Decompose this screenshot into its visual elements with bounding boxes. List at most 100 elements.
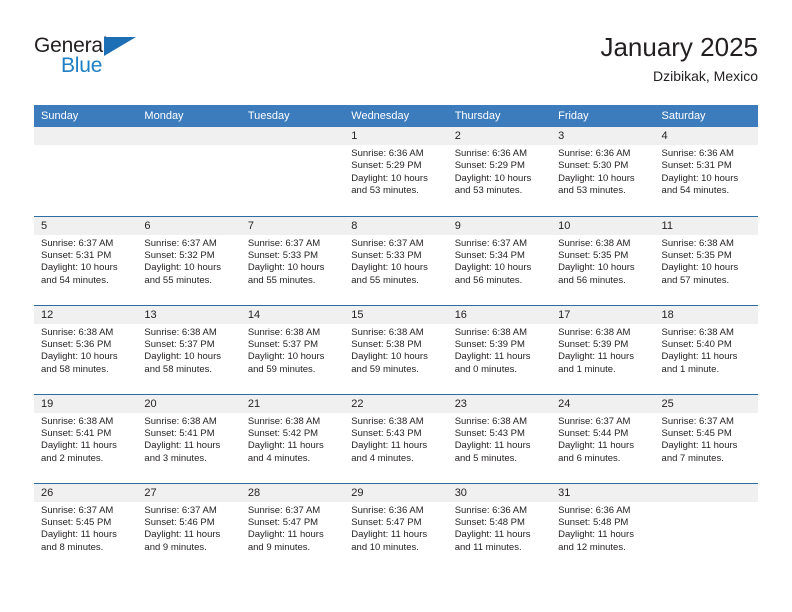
calendar-day-cell[interactable]: 22 Sunrise: 6:38 AM Sunset: 5:43 PM Dayligh…	[344, 393, 448, 483]
daylight-text-line2: and 58 minutes.	[144, 363, 213, 375]
daylight-text-line1: Daylight: 10 hours	[661, 172, 739, 184]
day-number: 9	[447, 216, 552, 235]
logo-triangle-icon	[104, 37, 136, 56]
calendar-day-cell[interactable]: 16 Sunrise: 6:38 AM Sunset: 5:39 PM Dayligh…	[447, 304, 552, 394]
daylight-text-line1: Daylight: 11 hours	[41, 440, 117, 452]
day-number: 20	[137, 394, 241, 413]
logo-text-blue: Blue	[61, 54, 103, 77]
calendar-week-row: 5 Sunrise: 6:37 AM Sunset: 5:31 PM Daylight…	[34, 215, 758, 305]
calendar-day-cell[interactable]: 17 Sunrise: 6:38 AM Sunset: 5:39 PM Dayligh…	[551, 304, 655, 394]
calendar-day-cell[interactable]: 6 Sunrise: 6:37 AM Sunset: 5:32 PM Daylight…	[137, 215, 241, 305]
sunrise-text: Sunrise: 6:38 AM	[558, 237, 631, 249]
daylight-text-line2: and 8 minutes.	[41, 541, 104, 553]
daylight-text-line2: and 53 minutes.	[454, 185, 523, 197]
calendar-day-cell-empty	[654, 482, 758, 573]
daylight-text-line2: and 9 minutes.	[247, 541, 311, 553]
daylight-text-line2: and 56 minutes.	[454, 274, 523, 286]
sunrise-text: Sunrise: 6:36 AM	[351, 148, 424, 159]
day-number	[34, 127, 138, 145]
calendar-day-cell[interactable]: 26 Sunrise: 6:37 AM Sunset: 5:45 PM Dayligh…	[34, 482, 138, 572]
daylight-text-line2: and 56 minutes.	[558, 274, 626, 286]
sunset-text: Sunset: 5:33 PM	[247, 249, 319, 261]
day-sun-info: Sunrise: 6:36 AM Sunset: 5:29 PM Daylight:…	[448, 145, 551, 198]
daylight-text-line2: and 3 minutes.	[144, 452, 207, 464]
sunset-text: Sunset: 5:48 PM	[558, 516, 629, 528]
calendar-day-cell[interactable]: 29 Sunrise: 6:36 AM Sunset: 5:47 PM Dayligh…	[344, 482, 448, 572]
calendar-day-cell[interactable]: 18 Sunrise: 6:38 AM Sunset: 5:40 PM Dayligh…	[654, 304, 758, 394]
day-sun-info: Sunrise: 6:38 AM Sunset: 5:39 PM Daylight:…	[551, 324, 654, 377]
daylight-text-line1: Daylight: 11 hours	[144, 529, 221, 541]
calendar-day-cell[interactable]: 19 Sunrise: 6:38 AM Sunset: 5:41 PM Dayligh…	[34, 393, 138, 483]
sunset-text: Sunset: 5:29 PM	[454, 160, 525, 172]
sunset-text: Sunset: 5:35 PM	[558, 249, 629, 261]
calendar-day-cell[interactable]: 1 Sunrise: 6:36 AM Sunset: 5:29 PM Daylight…	[344, 127, 448, 216]
day-sun-info: Sunrise: 6:37 AM Sunset: 5:33 PM Daylight:…	[241, 235, 344, 288]
weekday-header-wednesday: Wednesday	[344, 105, 448, 127]
calendar-day-cell[interactable]: 9 Sunrise: 6:37 AM Sunset: 5:34 PM Daylight…	[447, 215, 552, 305]
calendar-day-cell[interactable]: 31 Sunrise: 6:36 AM Sunset: 5:48 PM Dayligh…	[551, 482, 655, 572]
sunrise-text: Sunrise: 6:38 AM	[351, 326, 424, 338]
daylight-text-line2: and 2 minutes.	[41, 452, 104, 464]
calendar-day-cell[interactable]: 15 Sunrise: 6:38 AM Sunset: 5:38 PM Dayligh…	[344, 304, 448, 394]
daylight-text-line1: Daylight: 10 hours	[41, 351, 118, 363]
calendar-day-cell[interactable]: 5 Sunrise: 6:37 AM Sunset: 5:31 PM Daylight…	[34, 215, 138, 305]
day-sun-info: Sunrise: 6:37 AM Sunset: 5:47 PM Daylight:…	[241, 502, 344, 555]
day-cell-inner: 5 Sunrise: 6:37 AM Sunset: 5:31 PM Daylight…	[34, 216, 138, 305]
daylight-text-line1: Daylight: 10 hours	[351, 262, 428, 274]
calendar-day-cell[interactable]: 25 Sunrise: 6:37 AM Sunset: 5:45 PM Dayligh…	[654, 393, 758, 483]
daylight-text-line2: and 11 minutes.	[454, 541, 522, 553]
calendar-day-cell[interactable]: 28 Sunrise: 6:37 AM Sunset: 5:47 PM Dayligh…	[240, 482, 345, 572]
day-number: 1	[344, 127, 448, 145]
calendar-day-cell[interactable]: 24 Sunrise: 6:37 AM Sunset: 5:44 PM Dayligh…	[551, 393, 655, 483]
sunrise-text: Sunrise: 6:37 AM	[454, 237, 528, 249]
day-cell-inner	[654, 483, 758, 573]
calendar-day-cell[interactable]: 4 Sunrise: 6:36 AM Sunset: 5:31 PM Daylight…	[654, 127, 758, 216]
calendar-day-cell[interactable]: 21 Sunrise: 6:38 AM Sunset: 5:42 PM Dayligh…	[240, 393, 345, 483]
calendar-day-cell[interactable]: 13 Sunrise: 6:38 AM Sunset: 5:37 PM Dayligh…	[137, 304, 241, 394]
sunrise-text: Sunrise: 6:36 AM	[454, 148, 528, 159]
calendar-day-cell-empty	[137, 127, 241, 216]
sunset-text: Sunset: 5:35 PM	[661, 249, 732, 261]
day-cell-inner: 10 Sunrise: 6:38 AM Sunset: 5:35 PM Dayligh…	[551, 216, 655, 305]
day-sun-info: Sunrise: 6:38 AM Sunset: 5:41 PM Daylight:…	[34, 413, 137, 466]
day-number: 7	[240, 216, 345, 235]
day-cell-inner: 4 Sunrise: 6:36 AM Sunset: 5:31 PM Daylight…	[654, 127, 758, 216]
daylight-text-line1: Daylight: 10 hours	[144, 262, 221, 274]
sunset-text: Sunset: 5:44 PM	[558, 427, 629, 439]
calendar-day-cell[interactable]: 27 Sunrise: 6:37 AM Sunset: 5:46 PM Dayligh…	[137, 482, 241, 572]
daylight-text-line1: Daylight: 10 hours	[558, 262, 635, 274]
calendar-day-cell[interactable]: 20 Sunrise: 6:38 AM Sunset: 5:41 PM Dayligh…	[137, 393, 241, 483]
day-cell-inner: 3 Sunrise: 6:36 AM Sunset: 5:30 PM Daylight…	[551, 127, 655, 216]
daylight-text-line2: and 55 minutes.	[247, 274, 316, 286]
daylight-text-line2: and 55 minutes.	[351, 274, 419, 286]
calendar-day-cell[interactable]: 2 Sunrise: 6:36 AM Sunset: 5:29 PM Daylight…	[447, 127, 552, 216]
calendar-day-cell[interactable]: 8 Sunrise: 6:37 AM Sunset: 5:33 PM Daylight…	[344, 215, 448, 305]
calendar-grid: Sunday Monday Tuesday Wednesday Thursday Frid…	[34, 105, 758, 572]
daylight-text-line2: and 10 minutes.	[351, 541, 419, 553]
daylight-text-line2: and 6 minutes.	[558, 452, 621, 464]
calendar-day-cell[interactable]: 14 Sunrise: 6:38 AM Sunset: 5:37 PM Dayligh…	[240, 304, 345, 394]
calendar-day-cell[interactable]: 30 Sunrise: 6:36 AM Sunset: 5:48 PM Dayligh…	[447, 482, 552, 572]
daylight-text-line1: Daylight: 10 hours	[558, 172, 635, 184]
day-cell-inner	[240, 127, 345, 216]
daylight-text-line1: Daylight: 10 hours	[454, 172, 532, 184]
day-number: 29	[344, 483, 448, 502]
day-cell-inner: 6 Sunrise: 6:37 AM Sunset: 5:32 PM Daylight…	[137, 216, 241, 305]
day-number: 19	[34, 394, 138, 413]
daylight-text-line1: Daylight: 11 hours	[41, 529, 117, 541]
calendar-day-cell[interactable]: 23 Sunrise: 6:38 AM Sunset: 5:43 PM Dayligh…	[447, 393, 552, 483]
calendar-day-cell[interactable]: 7 Sunrise: 6:37 AM Sunset: 5:33 PM Daylight…	[240, 215, 345, 305]
sunrise-text: Sunrise: 6:36 AM	[351, 504, 424, 516]
day-cell-inner: 13 Sunrise: 6:38 AM Sunset: 5:37 PM Dayligh…	[137, 305, 241, 394]
sunset-text: Sunset: 5:36 PM	[41, 338, 112, 350]
day-cell-inner: 19 Sunrise: 6:38 AM Sunset: 5:41 PM Dayligh…	[34, 394, 138, 483]
general-blue-logo[interactable]: General Blue	[34, 34, 154, 86]
calendar-day-cell[interactable]: 3 Sunrise: 6:36 AM Sunset: 5:30 PM Daylight…	[551, 127, 655, 216]
calendar-day-cell[interactable]: 11 Sunrise: 6:38 AM Sunset: 5:35 PM Dayligh…	[654, 215, 758, 305]
calendar-day-cell[interactable]: 12 Sunrise: 6:38 AM Sunset: 5:36 PM Dayligh…	[34, 304, 138, 394]
day-number: 2	[447, 127, 552, 145]
day-sun-info: Sunrise: 6:38 AM Sunset: 5:43 PM Daylight:…	[448, 413, 551, 466]
day-sun-info: Sunrise: 6:37 AM Sunset: 5:45 PM Daylight:…	[34, 502, 137, 555]
calendar-day-cell[interactable]: 10 Sunrise: 6:38 AM Sunset: 5:35 PM Dayligh…	[551, 215, 655, 305]
weekday-header-friday: Friday	[551, 105, 655, 127]
